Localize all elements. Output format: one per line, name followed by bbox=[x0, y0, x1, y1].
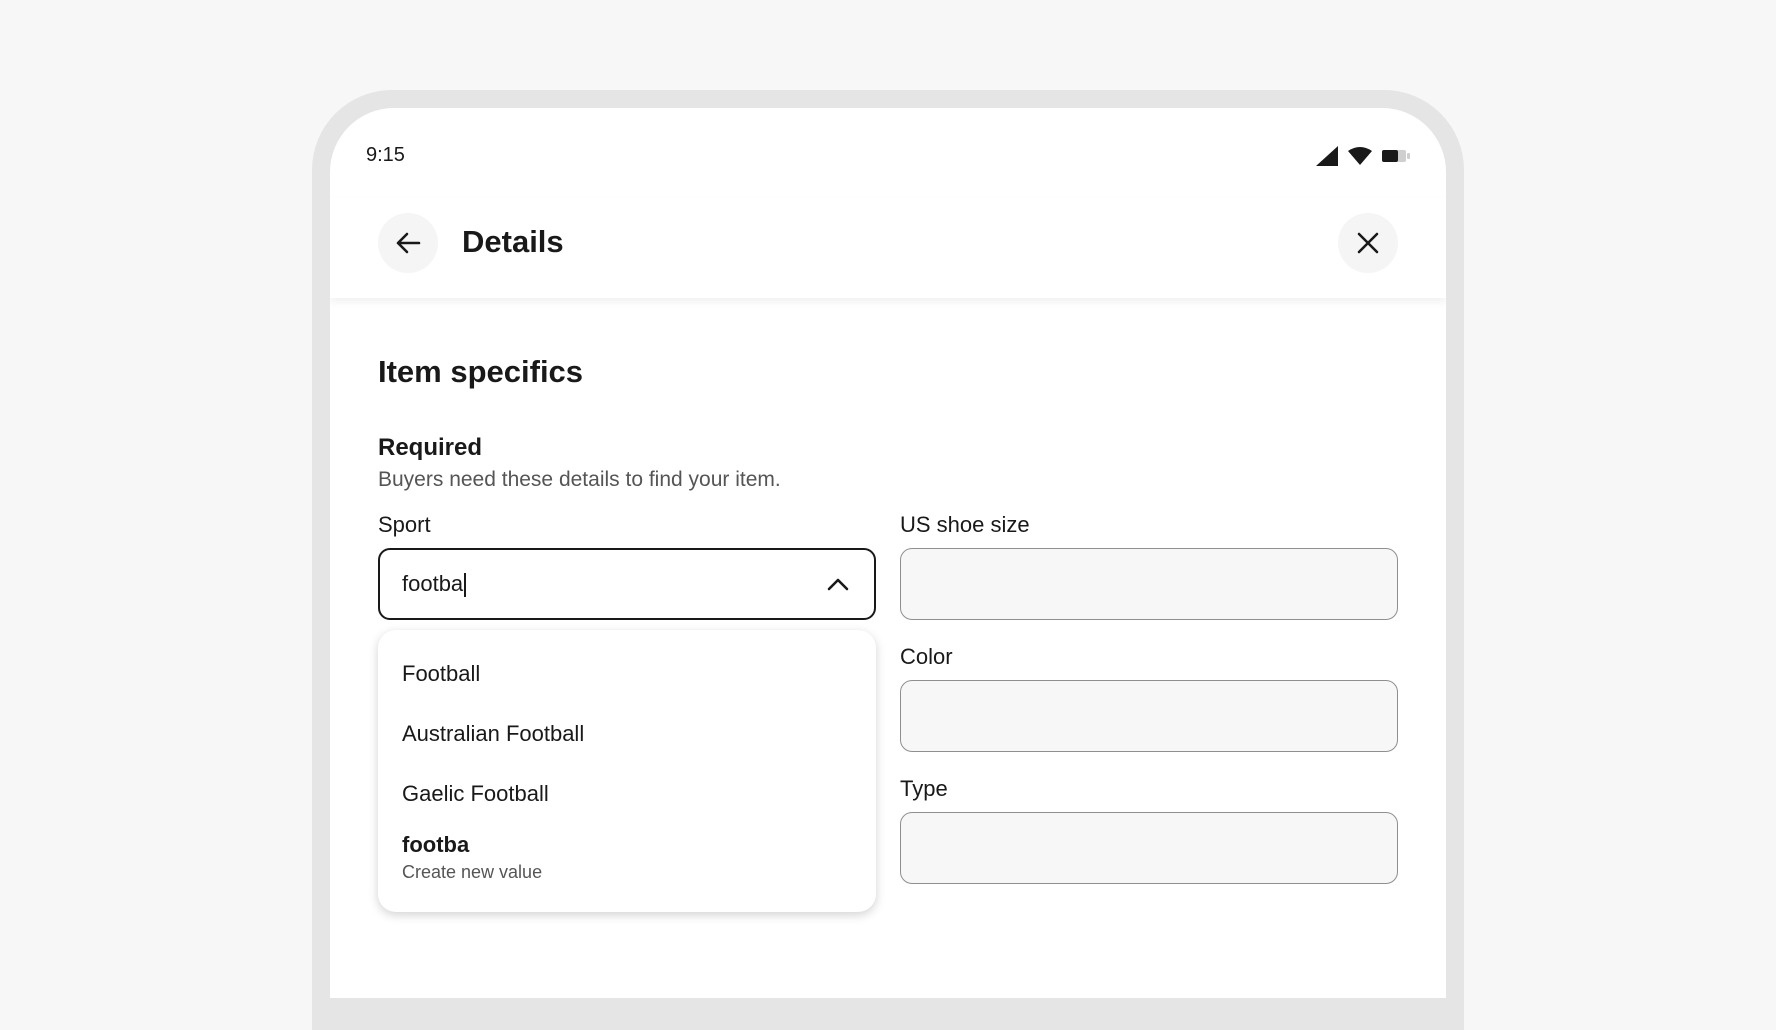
required-subtitle: Buyers need these details to find your i… bbox=[378, 468, 781, 491]
sport-combobox[interactable]: footba bbox=[378, 548, 876, 620]
page-title: Details bbox=[462, 224, 564, 259]
shoe-size-input[interactable] bbox=[900, 548, 1398, 620]
create-new-value-hint: Create new value bbox=[402, 862, 543, 882]
create-new-value-option[interactable]: footba Create new value bbox=[378, 824, 876, 891]
shoe-size-label: US shoe size bbox=[900, 512, 1030, 537]
dropdown-option[interactable]: Australian Football bbox=[378, 704, 876, 764]
close-button[interactable] bbox=[1338, 213, 1398, 273]
dropdown-option[interactable]: Gaelic Football bbox=[378, 764, 876, 824]
close-icon bbox=[1357, 232, 1379, 254]
status-icons bbox=[1316, 146, 1410, 166]
color-label: Color bbox=[900, 644, 953, 669]
section-title: Item specifics bbox=[378, 354, 584, 389]
status-bar: 9:15 bbox=[330, 108, 1446, 198]
phone-screen: 9:15 Details Item specifics Required Buy… bbox=[330, 108, 1446, 998]
back-button[interactable] bbox=[378, 213, 438, 273]
text-caret bbox=[464, 573, 467, 598]
sport-label: Sport bbox=[378, 512, 431, 537]
sport-dropdown-listbox: Football Australian Football Gaelic Foot… bbox=[378, 630, 876, 912]
chevron-up-icon[interactable] bbox=[824, 570, 852, 598]
signal-icon bbox=[1316, 146, 1338, 166]
type-input[interactable] bbox=[900, 812, 1398, 884]
arrow-left-icon bbox=[396, 232, 421, 254]
status-time: 9:15 bbox=[366, 144, 405, 166]
sport-input-value[interactable]: footba bbox=[402, 571, 824, 598]
type-label: Type bbox=[900, 776, 948, 801]
color-input[interactable] bbox=[900, 680, 1398, 752]
dropdown-option[interactable]: Football bbox=[378, 644, 876, 704]
wifi-icon bbox=[1348, 147, 1372, 165]
required-title: Required bbox=[378, 434, 483, 461]
app-bar: Details bbox=[330, 198, 1446, 298]
create-new-value-text: footba bbox=[402, 832, 470, 857]
battery-icon bbox=[1382, 150, 1410, 162]
